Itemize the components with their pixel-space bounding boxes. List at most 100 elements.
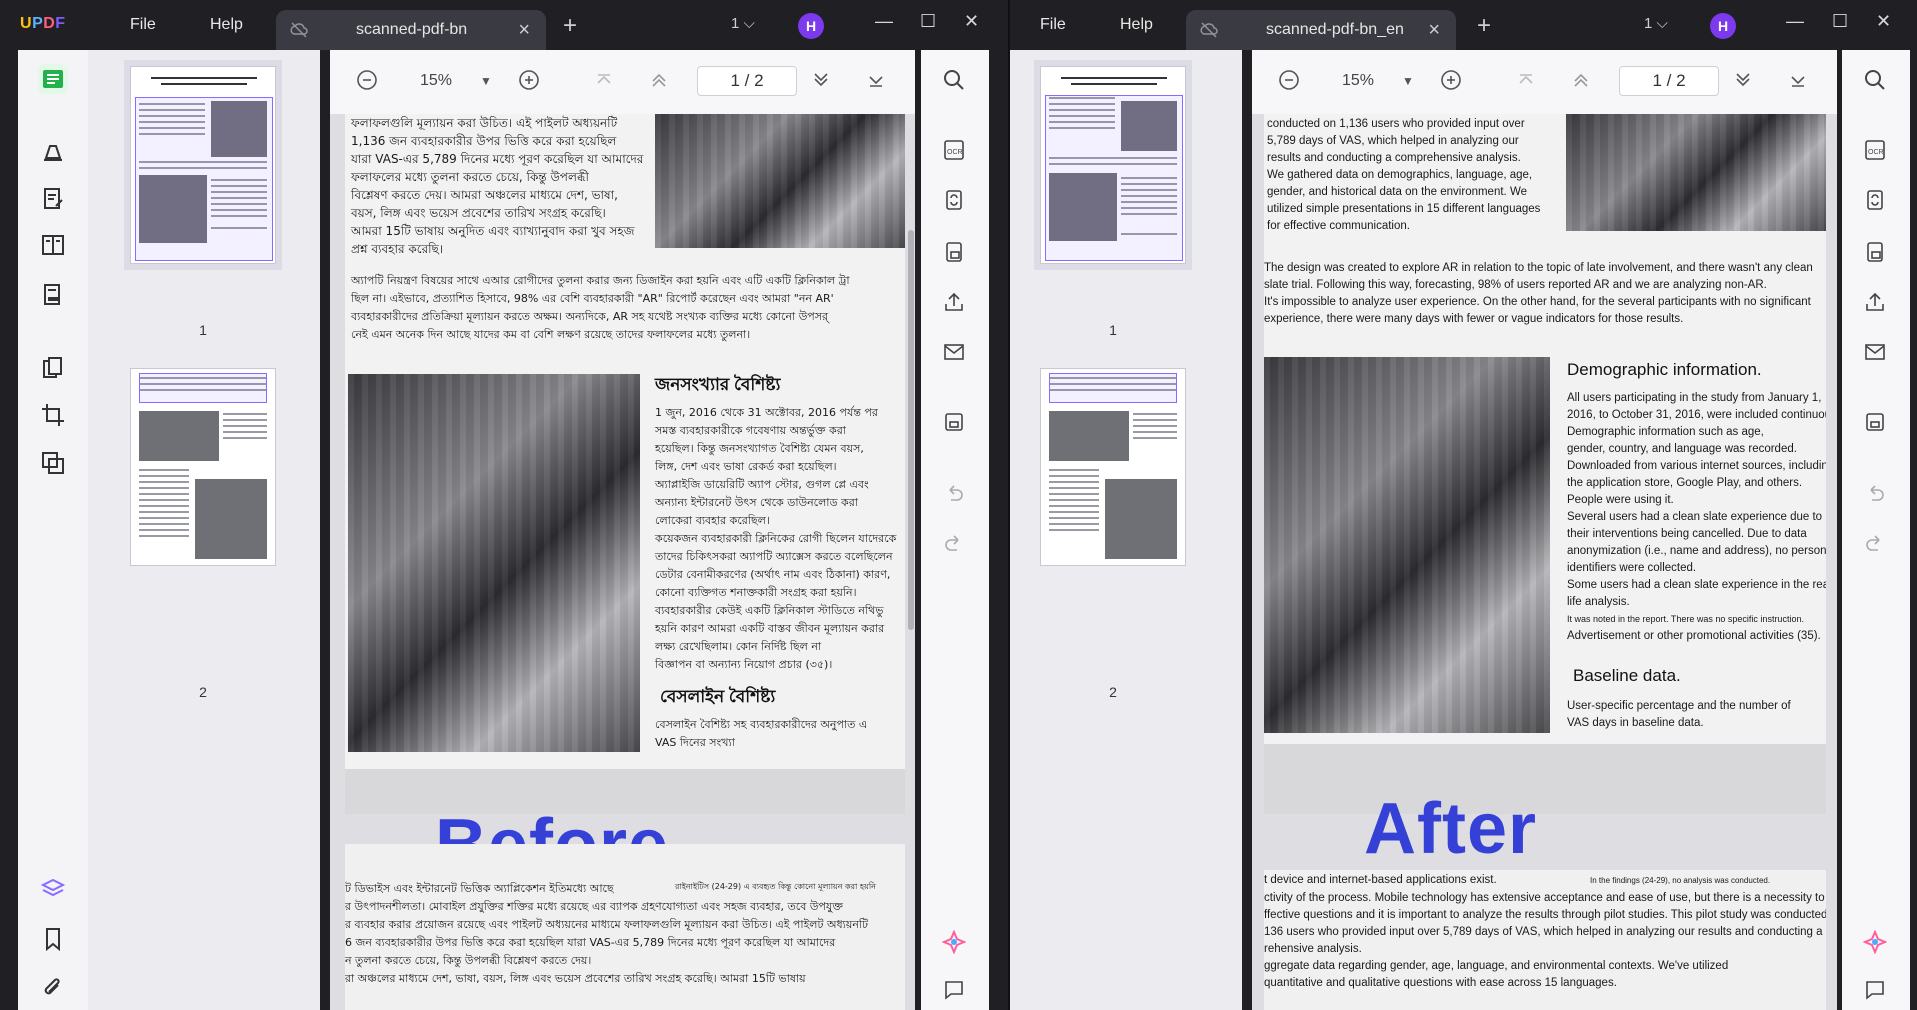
- undo-icon[interactable]: [942, 482, 966, 506]
- text-line: ফলাফলের মধ্যে তুলনা করতে চেয়ে, কিন্তু উ…: [351, 170, 589, 184]
- edit-pdf-icon[interactable]: [40, 186, 66, 212]
- text-line: identifiers were collected.: [1567, 562, 1697, 574]
- form-icon[interactable]: [40, 282, 66, 308]
- menu-help[interactable]: Help: [210, 16, 243, 34]
- share-icon[interactable]: [942, 290, 966, 314]
- maximize-icon[interactable]: ☐: [920, 11, 936, 32]
- reader-mode-icon[interactable]: [38, 64, 68, 94]
- demographics-paragraph: 1 জুন, 2016 থেকে 31 অক্টোবর, 2016 পর্যন্…: [655, 404, 905, 674]
- protect-icon[interactable]: [942, 240, 966, 264]
- document-view[interactable]: 15% ▼ 1 / 2 conducted on 1,136 users who…: [1252, 50, 1837, 1010]
- last-page-icon[interactable]: [865, 69, 887, 97]
- vertical-scrollbar[interactable]: [908, 230, 914, 630]
- zoom-dropdown-icon[interactable]: ▼: [480, 74, 492, 88]
- crop-icon[interactable]: [40, 402, 66, 428]
- tab-count[interactable]: 1 ⌵: [1644, 15, 1668, 32]
- comment-icon[interactable]: [1863, 978, 1887, 1002]
- text-line: ffective questions and it is important t…: [1264, 909, 1826, 921]
- zoom-out-icon[interactable]: [1278, 69, 1300, 97]
- mail-icon[interactable]: [942, 340, 966, 364]
- app-logo[interactable]: UPDF: [20, 15, 66, 33]
- attachment-icon[interactable]: [40, 976, 66, 1002]
- search-icon[interactable]: [942, 68, 966, 92]
- zoom-in-icon[interactable]: [1440, 69, 1462, 97]
- layers-icon[interactable]: [40, 876, 66, 902]
- redo-icon[interactable]: [1863, 532, 1887, 556]
- maximize-icon[interactable]: ☐: [1832, 11, 1848, 32]
- search-icon[interactable]: [1863, 68, 1887, 92]
- text-line: VAS দিনের সংখ্যা: [655, 736, 735, 749]
- page-number-input[interactable]: 1 / 2: [1619, 66, 1719, 96]
- protect-icon[interactable]: [1863, 240, 1887, 264]
- previous-page-icon[interactable]: [648, 69, 670, 97]
- ocr-icon[interactable]: OCR: [1863, 138, 1887, 162]
- zoom-out-icon[interactable]: [356, 69, 378, 97]
- text-line: gender, country, and language was record…: [1567, 443, 1797, 455]
- convert-icon[interactable]: [1863, 188, 1887, 212]
- cloud-off-icon: [290, 21, 308, 39]
- save-icon[interactable]: [1863, 410, 1887, 434]
- zoom-dropdown-icon[interactable]: ▼: [1402, 74, 1414, 88]
- comment-icon[interactable]: [942, 978, 966, 1002]
- minimize-icon[interactable]: —: [875, 11, 893, 32]
- text-line: Downloaded from various internet sources…: [1567, 460, 1826, 472]
- page-thumbnail-2[interactable]: [130, 368, 276, 566]
- first-page-icon[interactable]: [1515, 69, 1537, 97]
- zoom-level[interactable]: 15%: [420, 72, 452, 90]
- avatar[interactable]: H: [798, 13, 824, 39]
- highlighter-icon[interactable]: [40, 138, 66, 164]
- organize-pages-icon[interactable]: [40, 355, 66, 381]
- bookmark-icon[interactable]: [40, 926, 66, 952]
- page-thumbnail-1[interactable]: [1034, 60, 1192, 270]
- ai-assistant-icon[interactable]: [941, 929, 967, 955]
- ocr-icon[interactable]: OCR: [942, 138, 966, 162]
- text-line: People were using it.: [1567, 494, 1674, 506]
- compare-icon[interactable]: [40, 450, 66, 476]
- view-toolbar: 15% ▼ 1 / 2: [1252, 50, 1837, 114]
- text-line: ব্যবহারকারীর কেউই একটি ক্লিনিকাল স্টাডিত…: [655, 604, 884, 617]
- close-tab-icon[interactable]: ×: [1428, 19, 1440, 42]
- page-bottom-shade: [1264, 744, 1826, 814]
- convert-icon[interactable]: [942, 188, 966, 212]
- save-icon[interactable]: [942, 410, 966, 434]
- previous-page-icon[interactable]: [1570, 69, 1592, 97]
- close-window-icon[interactable]: ✕: [964, 11, 979, 32]
- text-line: অ্যাপ্লাইজি ডায়েরিটি অ্যাপ স্টোর, গুগল …: [655, 478, 869, 491]
- redo-icon[interactable]: [942, 532, 966, 556]
- page-thumbnail-1[interactable]: [124, 60, 282, 270]
- undo-icon[interactable]: [1863, 482, 1887, 506]
- zoom-in-icon[interactable]: [518, 69, 540, 97]
- page-thumbnail-2[interactable]: [1040, 368, 1186, 566]
- text-line: ডেটার বেনামীকরণের (অর্থাৎ নাম এবং ঠিকানা…: [655, 568, 891, 581]
- document-tab[interactable]: scanned-pdf-bn ×: [276, 10, 546, 50]
- baseline-paragraph: User-specific percentage and the number …: [1567, 698, 1826, 732]
- office-photo-top: [1566, 114, 1826, 231]
- tab-count[interactable]: 1 ⌵: [731, 15, 755, 32]
- mail-icon[interactable]: [1863, 340, 1887, 364]
- next-page-icon[interactable]: [1732, 69, 1754, 97]
- minimize-icon[interactable]: —: [1786, 11, 1804, 32]
- after-label: After: [1364, 789, 1538, 869]
- menu-file[interactable]: File: [130, 16, 156, 34]
- ai-assistant-icon[interactable]: [1862, 929, 1888, 955]
- menu-help[interactable]: Help: [1120, 16, 1153, 34]
- document-tab[interactable]: scanned-pdf-bn_en ×: [1186, 10, 1456, 50]
- first-page-icon[interactable]: [593, 69, 615, 97]
- text-line: for effective communication.: [1267, 220, 1410, 232]
- document-view[interactable]: 15% ▼ 1 / 2 ফলাফলগুলি মূল্যায়ন করা উচিত…: [330, 50, 915, 1010]
- left-window: UPDF File Help scanned-pdf-bn × + 1 ⌵ H …: [0, 0, 1008, 1010]
- close-tab-icon[interactable]: ×: [518, 19, 530, 42]
- avatar[interactable]: H: [1710, 13, 1736, 39]
- new-tab-icon[interactable]: +: [1477, 12, 1491, 40]
- new-tab-icon[interactable]: +: [563, 12, 577, 40]
- share-icon[interactable]: [1863, 290, 1887, 314]
- intro-paragraph: conducted on 1,136 users who provided in…: [1267, 116, 1557, 235]
- next-page-icon[interactable]: [810, 69, 832, 97]
- close-window-icon[interactable]: ✕: [1876, 11, 1891, 32]
- menu-file[interactable]: File: [1040, 16, 1066, 34]
- zoom-level[interactable]: 15%: [1342, 72, 1374, 90]
- text-line: utilized simple presentations in 15 diff…: [1267, 203, 1541, 215]
- page-number-input[interactable]: 1 / 2: [697, 66, 797, 96]
- page-layout-icon[interactable]: [40, 232, 66, 258]
- last-page-icon[interactable]: [1787, 69, 1809, 97]
